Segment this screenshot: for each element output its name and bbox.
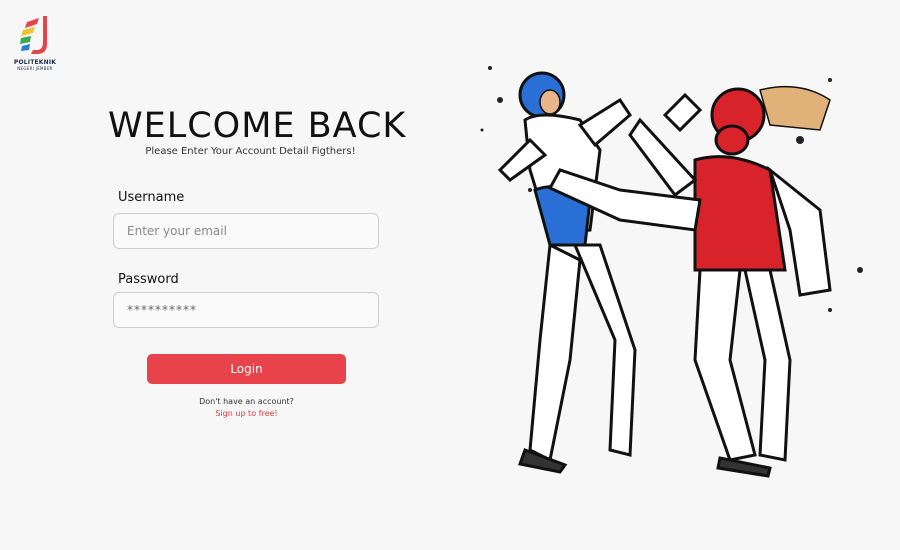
logo-text-secondary: NEGERI JEMBER	[17, 66, 53, 71]
blue-fighter	[497, 71, 637, 474]
password-input[interactable]	[113, 292, 379, 328]
fighters-icon	[480, 66, 863, 478]
login-button[interactable]: Login	[147, 354, 346, 384]
page-title: WELCOME BACK	[108, 106, 407, 146]
no-account-text: Don't have an account?	[199, 397, 294, 406]
politeknik-logo: POLITEKNIK NEGERI JEMBER	[10, 14, 60, 74]
username-label: Username	[118, 190, 185, 205]
logo-mark-icon	[20, 16, 47, 54]
logo-text-primary: POLITEKNIK	[13, 59, 57, 66]
username-input[interactable]	[113, 213, 379, 249]
signup-link[interactable]: Sign up to free!	[147, 409, 346, 418]
password-label: Password	[118, 272, 179, 287]
taekwondo-fighters-illustration	[470, 60, 890, 485]
page-subtitle: Please Enter Your Account Detail Figther…	[145, 146, 356, 157]
